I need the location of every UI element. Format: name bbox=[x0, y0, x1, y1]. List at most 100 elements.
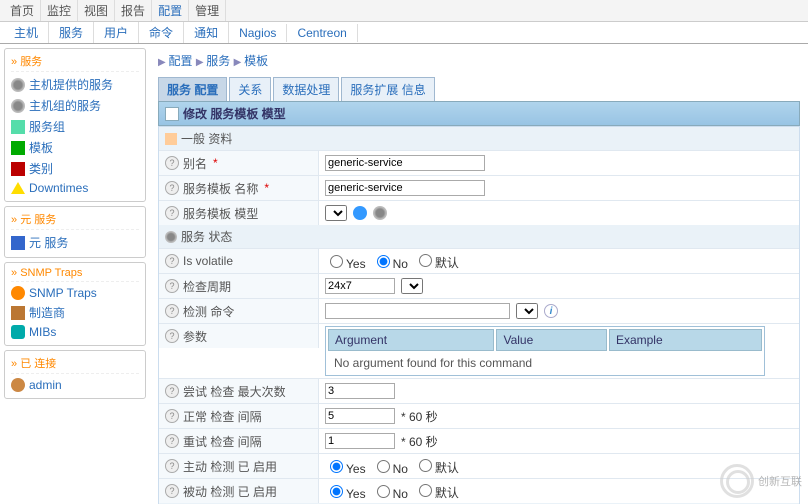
topmenu-item-1[interactable]: 监控 bbox=[41, 0, 78, 21]
passive-yes[interactable]: Yes bbox=[325, 482, 366, 501]
alias-input[interactable] bbox=[325, 155, 485, 171]
topmenu-item-0[interactable]: 首页 bbox=[4, 0, 41, 21]
volatile-default[interactable]: 默认 bbox=[414, 251, 459, 271]
sidebar-item-downtimes[interactable]: Downtimes bbox=[11, 179, 139, 197]
tab-ext-info[interactable]: 服务扩展 信息 bbox=[341, 77, 434, 101]
opt-label: 默认 bbox=[435, 486, 459, 500]
tplmodel-select[interactable] bbox=[325, 205, 347, 221]
panel-title: SNMP Traps bbox=[11, 267, 139, 282]
sidebar-item-host-services[interactable]: 主机提供的服务 bbox=[11, 74, 139, 95]
submenu-item-5[interactable]: Nagios bbox=[229, 24, 287, 42]
active-yes[interactable]: Yes bbox=[325, 457, 366, 476]
help-icon[interactable]: ? bbox=[165, 254, 179, 268]
submenu-item-2[interactable]: 用户 bbox=[94, 22, 139, 43]
topmenu-item-2[interactable]: 视图 bbox=[78, 0, 115, 21]
help-icon[interactable]: ? bbox=[165, 206, 179, 220]
panel-title: 已 连接 bbox=[11, 355, 139, 374]
check-cmd-select[interactable] bbox=[516, 303, 538, 319]
globe-icon[interactable] bbox=[353, 206, 367, 220]
check-period-input[interactable] bbox=[325, 278, 395, 294]
volatile-no[interactable]: No bbox=[372, 252, 408, 271]
tab-service-config[interactable]: 服务 配置 bbox=[158, 77, 227, 101]
tab-relations[interactable]: 关系 bbox=[229, 77, 271, 101]
opt-label: Yes bbox=[346, 257, 366, 271]
gear-icon bbox=[11, 99, 25, 113]
mibs-icon bbox=[11, 325, 25, 339]
sidebar-item-snmp-traps[interactable]: SNMP Traps bbox=[11, 284, 139, 302]
active-default[interactable]: 默认 bbox=[414, 456, 459, 476]
info-icon[interactable]: i bbox=[544, 304, 558, 318]
sidebar-item-template[interactable]: 模板 bbox=[11, 137, 139, 158]
sidebar-item-label: 服务组 bbox=[29, 118, 65, 135]
required-mark: * bbox=[213, 156, 218, 170]
template-icon bbox=[11, 141, 25, 155]
help-icon[interactable]: ? bbox=[165, 384, 179, 398]
tplname-input[interactable] bbox=[325, 180, 485, 196]
args-table: Argument Value Example No argument found… bbox=[325, 326, 765, 376]
check-period-label: 检查周期 bbox=[183, 278, 231, 295]
sidebar-item-label: 主机组的服务 bbox=[29, 97, 101, 114]
sidebar-panel-services: 服务 主机提供的服务 主机组的服务 服务组 模板 类别 Downtimes bbox=[4, 48, 146, 202]
normal-interval-input[interactable] bbox=[325, 408, 395, 424]
submenu-item-4[interactable]: 通知 bbox=[184, 22, 229, 43]
submenu-item-0[interactable]: 主机 bbox=[4, 22, 49, 43]
panel-title: 元 服务 bbox=[11, 211, 139, 230]
sub-menu: 主机 服务 用户 命令 通知 Nagios Centreon bbox=[0, 22, 808, 44]
passive-no[interactable]: No bbox=[372, 482, 408, 501]
active-check-label: 主动 检测 已 启用 bbox=[183, 458, 277, 475]
help-icon[interactable]: ? bbox=[165, 156, 179, 170]
form-icon bbox=[165, 107, 179, 121]
check-cmd-input[interactable] bbox=[325, 303, 510, 319]
passive-check-label: 被动 检测 已 启用 bbox=[183, 483, 277, 500]
retry-interval-input[interactable] bbox=[325, 433, 395, 449]
tab-data-process[interactable]: 数据处理 bbox=[273, 77, 339, 101]
sidebar-item-vendor[interactable]: 制造商 bbox=[11, 302, 139, 323]
opt-label: No bbox=[393, 257, 408, 271]
sidebar-item-mibs[interactable]: MIBs bbox=[11, 323, 139, 341]
sidebar-panel-meta: 元 服务 元 服务 bbox=[4, 206, 146, 258]
form-title-text: 修改 服务模板 模型 bbox=[183, 105, 286, 122]
crumb-template[interactable]: 模板 bbox=[234, 54, 268, 68]
max-check-input[interactable] bbox=[325, 383, 395, 399]
sidebar-item-meta-service[interactable]: 元 服务 bbox=[11, 232, 139, 253]
help-icon[interactable]: ? bbox=[165, 484, 179, 498]
sidebar-item-category[interactable]: 类别 bbox=[11, 158, 139, 179]
opt-label: No bbox=[393, 462, 408, 476]
help-icon[interactable]: ? bbox=[165, 459, 179, 473]
section-label: 服务 状态 bbox=[181, 228, 232, 245]
topmenu-item-3[interactable]: 报告 bbox=[115, 0, 152, 21]
form-body: 一般 资料 ?别名* ?服务模板 名称* ?服务模板 模型 服务 状态 ?Is … bbox=[158, 126, 800, 504]
sidebar-panel-snmp: SNMP Traps SNMP Traps 制造商 MIBs bbox=[4, 262, 146, 346]
meta-icon bbox=[11, 236, 25, 250]
help-icon[interactable]: ? bbox=[165, 409, 179, 423]
active-no[interactable]: No bbox=[372, 457, 408, 476]
sidebar-item-hostgroup-services[interactable]: 主机组的服务 bbox=[11, 95, 139, 116]
help-icon[interactable]: ? bbox=[165, 304, 179, 318]
sidebar-item-servicegroup[interactable]: 服务组 bbox=[11, 116, 139, 137]
args-th-arg: Argument bbox=[328, 329, 494, 351]
crumb-service[interactable]: 服务 bbox=[196, 54, 230, 68]
gear-icon bbox=[11, 78, 25, 92]
help-icon[interactable]: ? bbox=[165, 279, 179, 293]
topmenu-item-4[interactable]: 配置 bbox=[152, 0, 189, 21]
tabs: 服务 配置 关系 数据处理 服务扩展 信息 bbox=[158, 77, 800, 101]
help-icon[interactable]: ? bbox=[165, 329, 179, 343]
warning-icon bbox=[11, 182, 25, 194]
help-icon[interactable]: ? bbox=[165, 434, 179, 448]
sidebar-item-admin[interactable]: admin bbox=[11, 376, 139, 394]
watermark-text: 创新互联 bbox=[758, 473, 802, 489]
submenu-item-6[interactable]: Centreon bbox=[287, 24, 357, 42]
section-label: 一般 资料 bbox=[181, 130, 232, 147]
sidebar-item-label: SNMP Traps bbox=[29, 286, 97, 300]
crumb-config[interactable]: 配置 bbox=[158, 54, 192, 68]
passive-default[interactable]: 默认 bbox=[414, 481, 459, 501]
sidebar-item-label: Downtimes bbox=[29, 181, 88, 195]
help-icon[interactable]: ? bbox=[165, 181, 179, 195]
gear-icon bbox=[165, 231, 177, 243]
submenu-item-1[interactable]: 服务 bbox=[49, 22, 94, 43]
submenu-item-3[interactable]: 命令 bbox=[139, 22, 184, 43]
topmenu-item-5[interactable]: 管理 bbox=[189, 0, 226, 21]
volatile-yes[interactable]: Yes bbox=[325, 252, 366, 271]
check-period-select[interactable] bbox=[401, 278, 423, 294]
gear-icon[interactable] bbox=[373, 206, 387, 220]
